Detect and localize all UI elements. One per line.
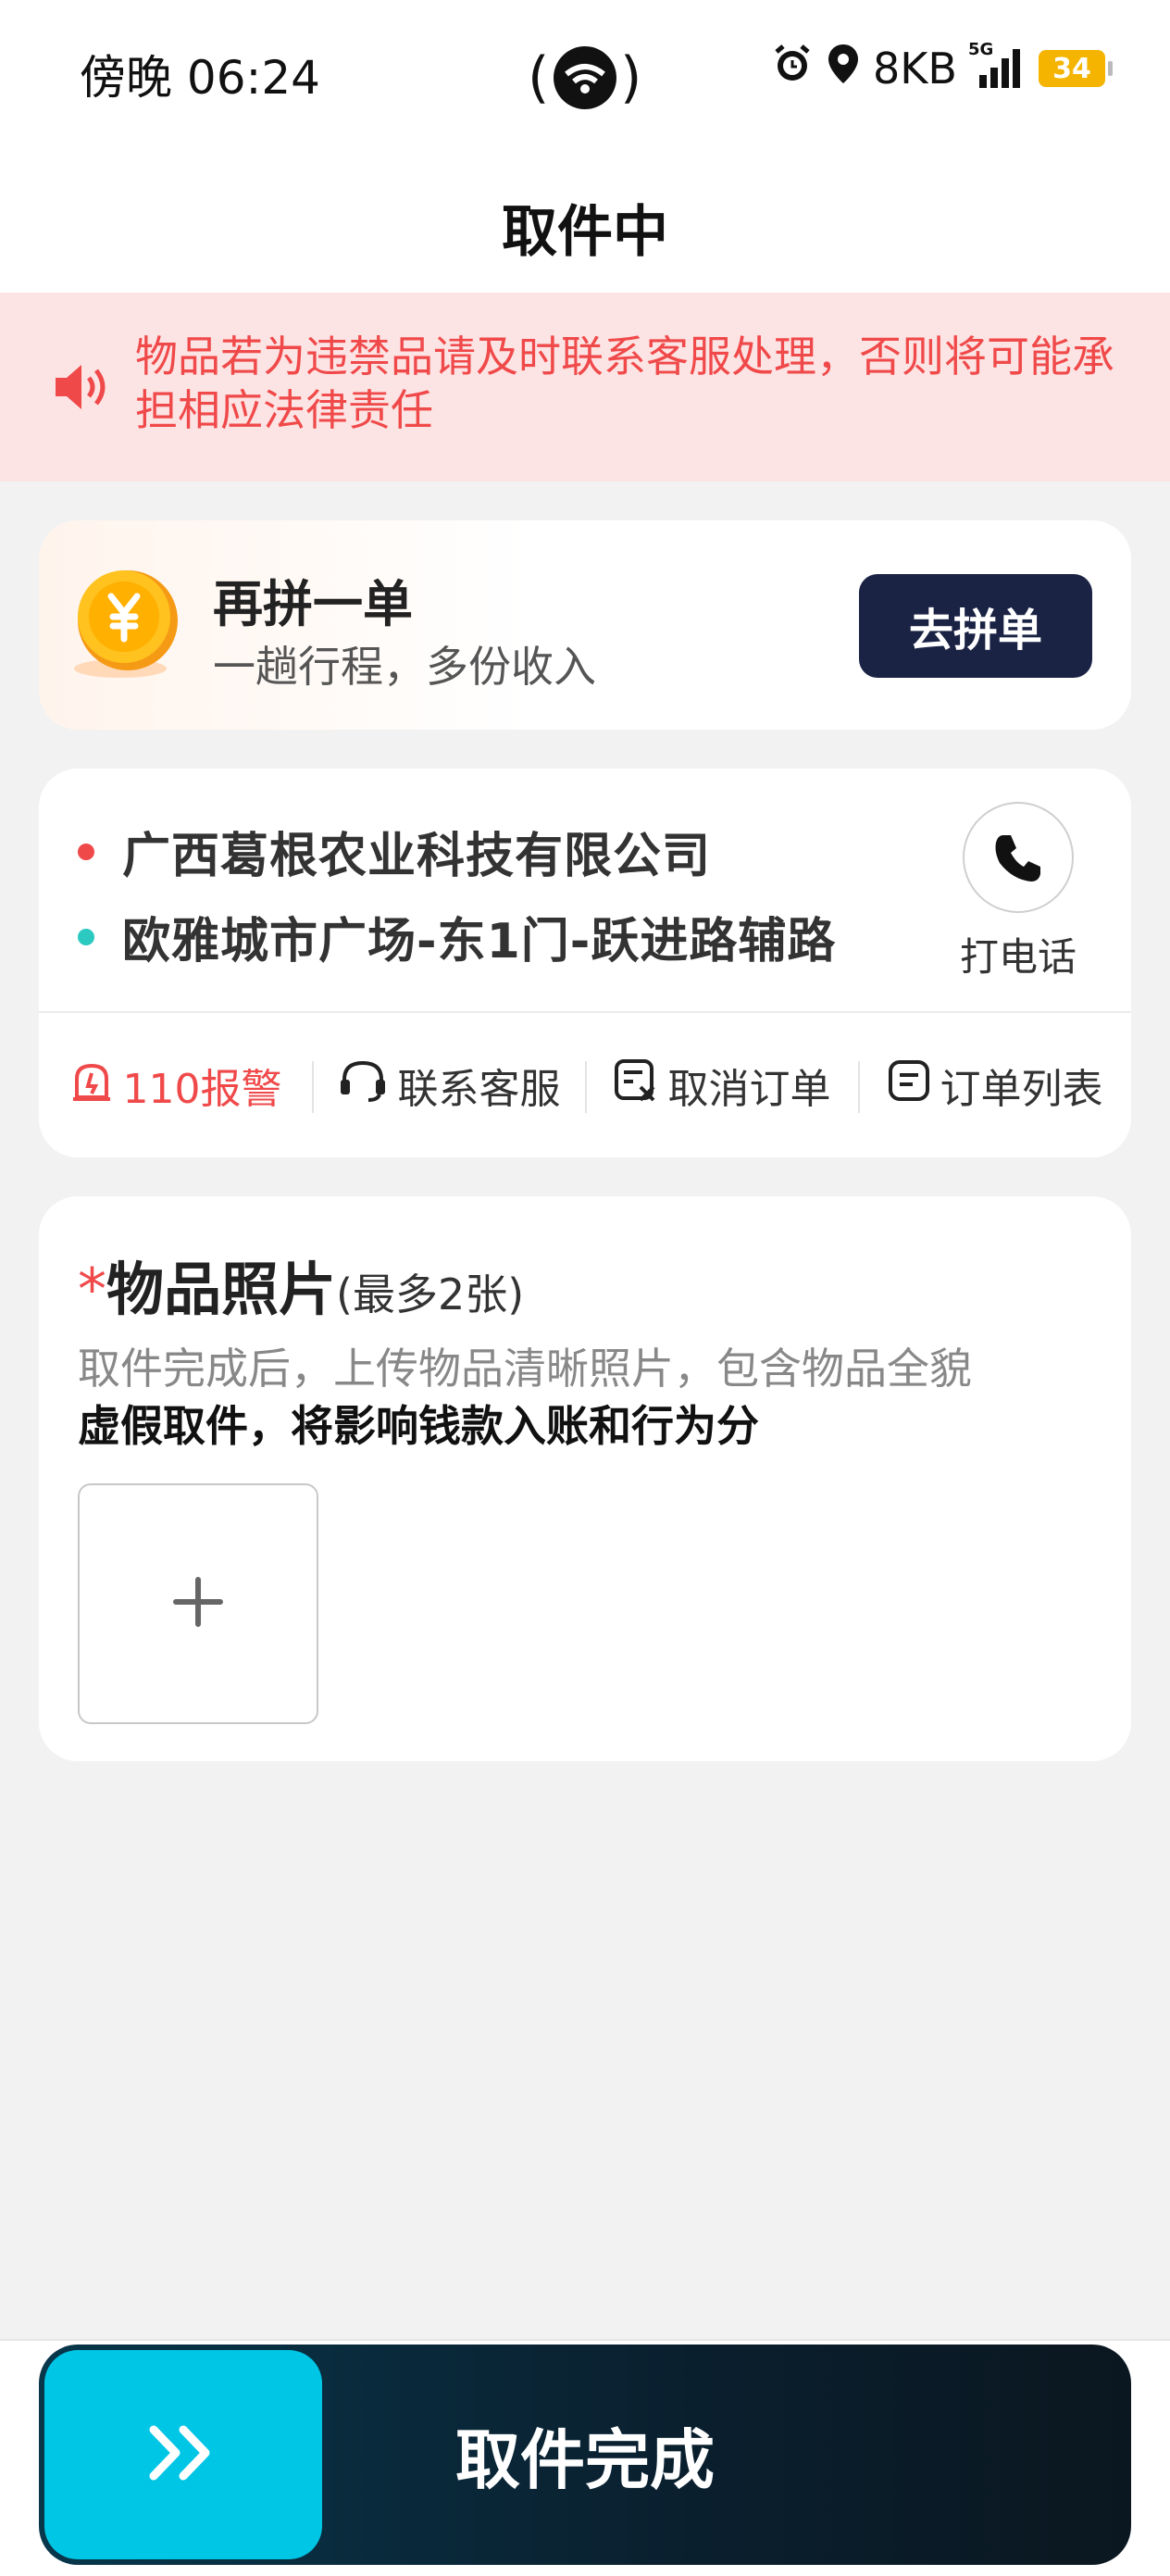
page-title: 取件中	[502, 200, 668, 265]
headset-icon	[337, 1057, 389, 1114]
combine-order-card: 再拼一单 一趟行程，多份收入 去拼单	[39, 520, 1131, 730]
net-speed: 8KB	[873, 44, 957, 94]
warning-notice: 物品若为违禁品请及时联系客服处理，否则将可能承担相应法律责任	[0, 293, 1170, 481]
status-time: 傍晚 06:24	[80, 51, 320, 105]
order-list-icon	[887, 1058, 931, 1113]
order-list-button[interactable]: 订单列表	[858, 1056, 1131, 1115]
order-list-label: 订单列表	[940, 1066, 1103, 1113]
photo-description: 取件完成后，上传物品清晰照片，包含物品全貌	[78, 1344, 972, 1394]
signal-icon: 5G	[968, 40, 1026, 90]
plus-icon	[172, 1576, 224, 1632]
call-label: 打电话	[959, 934, 1077, 980]
battery-icon: 34	[1039, 50, 1113, 87]
dropoff-address: 欧雅城市广场-东1门-跃进路辅路	[122, 914, 837, 969]
pickup-address-row: 广西葛根农业科技有限公司	[78, 817, 711, 886]
combine-order-button[interactable]: 去拼单	[859, 574, 1092, 678]
speaker-icon	[52, 359, 111, 419]
dropoff-address-row: 欧雅城市广场-东1门-跃进路辅路	[78, 902, 836, 971]
pickup-dot	[78, 843, 94, 860]
svg-text:): )	[620, 45, 641, 110]
combine-title: 再拼一单	[213, 575, 413, 633]
nav-bar: 取件中	[0, 139, 1170, 293]
police-110-label: 110报警	[122, 1066, 282, 1113]
cancel-order-button[interactable]: 取消订单	[585, 1056, 858, 1115]
cancel-order-icon	[613, 1057, 659, 1114]
pickup-complete-slider[interactable]: 取件完成	[39, 2345, 1131, 2565]
contact-service-button[interactable]: 联系客服	[312, 1056, 585, 1115]
pickup-address: 广西葛根农业科技有限公司	[122, 829, 712, 884]
address-card: 广西葛根农业科技有限公司 欧雅城市广场-东1门-跃进路辅路 打电话 110报警 …	[39, 769, 1131, 1157]
photo-title: *物品照片(最多2张)	[78, 1243, 524, 1326]
network-type: 5G	[968, 40, 994, 59]
coin-yuan-icon	[63, 565, 193, 689]
photo-warning: 虚假取件，将影响钱款入账和行为分	[78, 1401, 759, 1451]
order-actions: 110报警 联系客服 取消订单 订单列表	[39, 1013, 1131, 1157]
hotspot-icon: ( )	[526, 35, 644, 120]
required-mark: *	[78, 1256, 106, 1323]
location-icon	[827, 43, 860, 95]
contact-service-label: 联系客服	[397, 1066, 561, 1113]
svg-text:(: (	[528, 45, 549, 110]
phone-icon[interactable]	[963, 802, 1074, 913]
status-bar: 傍晚 06:24 ( ) 8KB 5G 34	[0, 0, 1170, 139]
status-indicators: 8KB 5G 34	[771, 40, 1113, 96]
photo-limit: (最多2张)	[336, 1269, 525, 1319]
alarm-police-icon	[69, 1058, 114, 1113]
call-button[interactable]: 打电话	[944, 802, 1092, 982]
combine-subtitle: 一趟行程，多份收入	[213, 642, 596, 692]
police-110-button[interactable]: 110报警	[39, 1056, 312, 1115]
dropoff-dot	[78, 928, 94, 945]
alarm-icon	[771, 43, 814, 95]
double-chevron-right-icon	[146, 2420, 220, 2489]
item-photo-card: *物品照片(最多2张) 取件完成后，上传物品清晰照片，包含物品全貌 虚假取件，将…	[39, 1196, 1131, 1761]
cancel-order-label: 取消订单	[667, 1066, 831, 1113]
slider-handle[interactable]	[44, 2350, 322, 2559]
upload-photo-button[interactable]	[78, 1483, 318, 1724]
photo-title-text: 物品照片	[106, 1256, 337, 1323]
notice-text: 物品若为违禁品请及时联系客服处理，否则将可能承担相应法律责任	[135, 331, 1114, 435]
